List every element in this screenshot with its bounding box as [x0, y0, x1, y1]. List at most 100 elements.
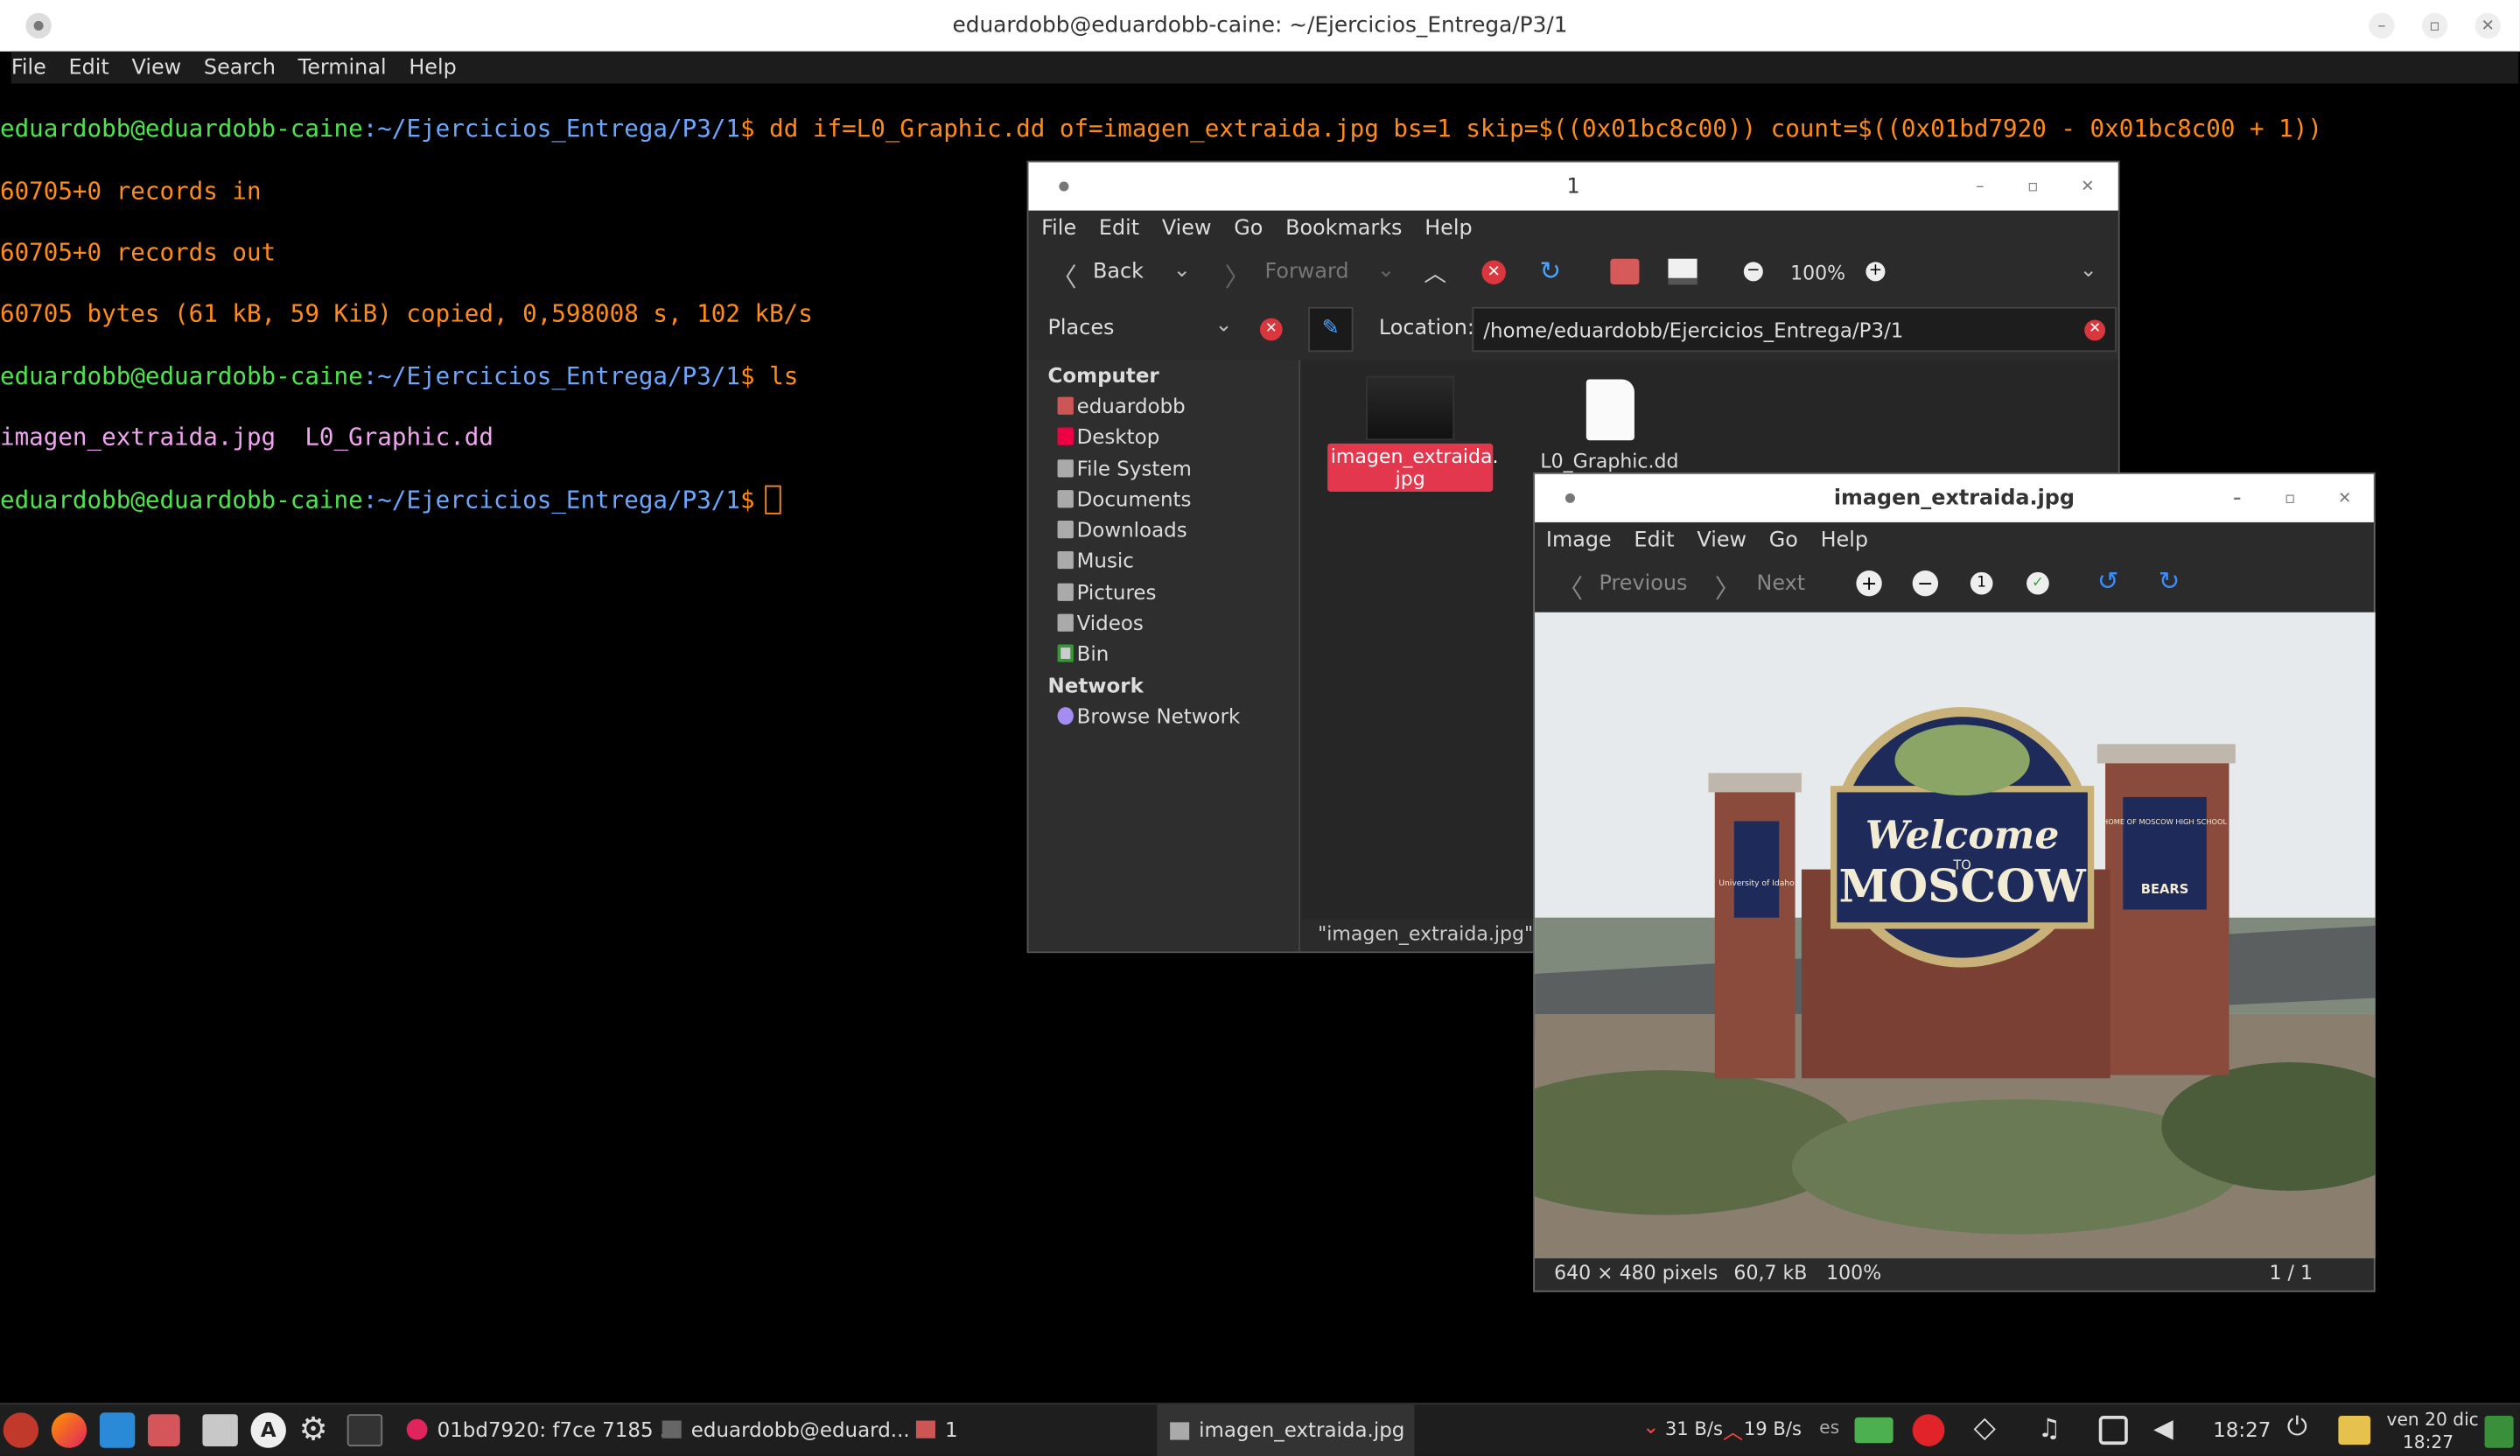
notification-icon[interactable]: ♫	[2038, 1412, 2061, 1443]
clock[interactable]: 18:27	[2213, 1418, 2271, 1442]
sidebar-item-pictures[interactable]: Pictures	[1028, 577, 1298, 607]
menu-search[interactable]: Search	[204, 55, 276, 80]
window-menu-icon[interactable]	[1051, 173, 1076, 199]
maximize-icon[interactable]: ▫	[2421, 12, 2448, 39]
image-canvas[interactable]: Welcome TO MOSCOW University of Idaho HO…	[1535, 612, 2376, 1259]
menu-edit[interactable]: Edit	[69, 55, 109, 80]
zoom-in-icon[interactable]: +	[1866, 262, 1886, 282]
blocked-icon[interactable]	[1912, 1414, 1945, 1446]
best-fit-icon[interactable]: ✓	[2026, 571, 2049, 595]
sidebar-item-music[interactable]: Music	[1028, 545, 1298, 576]
minimize-icon[interactable]: –	[2224, 486, 2250, 511]
sidebar-item-downloads[interactable]: Downloads	[1028, 514, 1298, 545]
task-file-manager[interactable]: 1	[945, 1418, 958, 1442]
terminal-titlebar[interactable]: eduardobb@eduardobb-caine: ~/Ejercicios_…	[0, 0, 2520, 52]
menu-help[interactable]: Help	[409, 55, 456, 80]
back-icon[interactable]: 〈	[1051, 256, 1076, 294]
task-terminal[interactable]: eduardobb@eduard...	[691, 1418, 910, 1442]
settings-icon[interactable]: ⚙	[299, 1410, 328, 1448]
back-history-icon[interactable]: ⌄	[1173, 259, 1191, 284]
task-image-viewer[interactable]: imagen_extraida.jpg	[1157, 1404, 1415, 1456]
app-icon[interactable]	[99, 1412, 136, 1448]
back-button[interactable]: Back	[1093, 261, 1144, 285]
sidebar-item-videos[interactable]: Videos	[1028, 607, 1298, 638]
sidebar-item-home[interactable]: eduardobb	[1028, 390, 1298, 421]
text-editor-icon[interactable]: A	[250, 1412, 286, 1448]
up-icon[interactable]: ︿	[1424, 257, 1446, 290]
menu-view[interactable]: View	[1162, 216, 1212, 241]
iv-titlebar[interactable]: imagen_extraida.jpg – ▫ ✕	[1535, 473, 2374, 522]
sidebar-item-bin[interactable]: Bin	[1028, 639, 1298, 669]
date[interactable]: ven 20 dic	[2386, 1410, 2478, 1431]
window-menu-icon[interactable]	[25, 12, 52, 39]
files-icon[interactable]	[202, 1414, 238, 1446]
menu-edit[interactable]: Edit	[1634, 528, 1674, 552]
menu-image[interactable]: Image	[1546, 528, 1612, 552]
menu-view[interactable]: View	[132, 55, 182, 80]
zoom-out-icon[interactable]: −	[1912, 570, 1939, 597]
fm-menubar: File Edit View Go Bookmarks Help	[1041, 211, 1494, 246]
minimize-icon[interactable]: –	[1967, 173, 1992, 199]
menu-go[interactable]: Go	[1769, 528, 1798, 552]
sidebar-item-desktop[interactable]: Desktop	[1028, 422, 1298, 452]
app-icon[interactable]	[147, 1414, 180, 1446]
close-icon[interactable]: ✕	[2332, 486, 2357, 511]
previous-icon[interactable]: 〈	[1558, 567, 1583, 606]
sidebar-item-browse-network[interactable]: Browse Network	[1028, 700, 1298, 731]
computer-icon[interactable]	[1668, 258, 1698, 285]
drive-tray-icon[interactable]	[1854, 1417, 1894, 1444]
zoom-out-icon[interactable]: −	[1743, 262, 1763, 282]
location-field[interactable]: /home/eduardobb/Ejercicios_Entrega/P3/1 …	[1472, 306, 2117, 353]
toolbar-overflow-icon[interactable]: ⌄	[2080, 259, 2097, 284]
terminal-icon[interactable]	[346, 1414, 383, 1446]
fm-titlebar[interactable]: 1 – ▫ ✕	[1028, 162, 2118, 211]
normal-size-icon[interactable]: 1	[1970, 571, 1993, 595]
rotate-right-icon[interactable]: ↻	[2159, 565, 2180, 596]
close-icon[interactable]: ✕	[2474, 12, 2501, 39]
calendar-icon[interactable]	[2338, 1416, 2371, 1446]
menu-bookmarks[interactable]: Bookmarks	[1285, 216, 1402, 241]
maximize-icon[interactable]: ▫	[2020, 173, 2046, 199]
previous-button[interactable]: Previous	[1600, 572, 1688, 597]
menu-file[interactable]: File	[1041, 216, 1076, 241]
firefox-icon[interactable]	[51, 1412, 88, 1448]
menu-icon[interactable]	[3, 1412, 39, 1448]
minimize-icon[interactable]: –	[2369, 12, 2395, 39]
maximize-icon[interactable]: ▫	[2278, 486, 2303, 511]
window-menu-icon[interactable]	[1558, 486, 1583, 511]
home-icon[interactable]	[1610, 258, 1640, 285]
network-icon[interactable]: ◇	[1973, 1411, 1995, 1446]
menu-edit[interactable]: Edit	[1099, 216, 1139, 241]
places-dropdown-icon[interactable]: ⌄	[1215, 313, 1233, 338]
places-label[interactable]: Places	[1048, 317, 1115, 341]
forward-icon[interactable]: 〉	[1225, 256, 1250, 294]
battery-icon[interactable]	[2098, 1416, 2128, 1446]
close-sidebar-icon[interactable]: ✕	[1259, 318, 1283, 341]
stop-icon[interactable]: ✕	[1481, 260, 1506, 285]
sidebar-item-documents[interactable]: Documents	[1028, 484, 1298, 514]
close-icon[interactable]: ✕	[2075, 173, 2100, 199]
zoom-in-icon[interactable]: +	[1856, 570, 1882, 597]
sidebar-item-filesystem[interactable]: File System	[1028, 452, 1298, 483]
rotate-left-icon[interactable]: ↺	[2097, 565, 2119, 596]
trash-tray-icon[interactable]	[2484, 1416, 2514, 1448]
menu-go[interactable]: Go	[1234, 216, 1263, 241]
keyboard-layout[interactable]: es	[1819, 1418, 1839, 1438]
forward-button[interactable]: Forward	[1264, 261, 1348, 285]
next-button[interactable]: Next	[1757, 572, 1806, 597]
task-browser[interactable]: 01bd7920: f7ce 7185 ...	[438, 1418, 679, 1442]
menu-file[interactable]: File	[11, 55, 46, 80]
menu-view[interactable]: View	[1697, 528, 1746, 552]
menu-terminal[interactable]: Terminal	[298, 55, 387, 80]
forward-history-icon[interactable]: ⌄	[1377, 259, 1395, 284]
file-item-dd[interactable]: L0_Graphic.dd	[1533, 379, 1685, 472]
edit-location-icon[interactable]: ✎	[1308, 306, 1354, 353]
clear-location-icon[interactable]: ✕	[2084, 319, 2106, 341]
next-icon[interactable]: 〉	[1715, 567, 1740, 606]
file-item-jpg[interactable]: imagen_extraida. jpg	[1327, 375, 1498, 492]
reload-icon[interactable]: ↻	[1540, 256, 1562, 286]
menu-help[interactable]: Help	[1424, 216, 1472, 241]
power-icon[interactable]: ⏻	[2287, 1411, 2307, 1444]
menu-help[interactable]: Help	[1821, 528, 1868, 552]
volume-icon[interactable]: ◀	[2153, 1412, 2174, 1443]
